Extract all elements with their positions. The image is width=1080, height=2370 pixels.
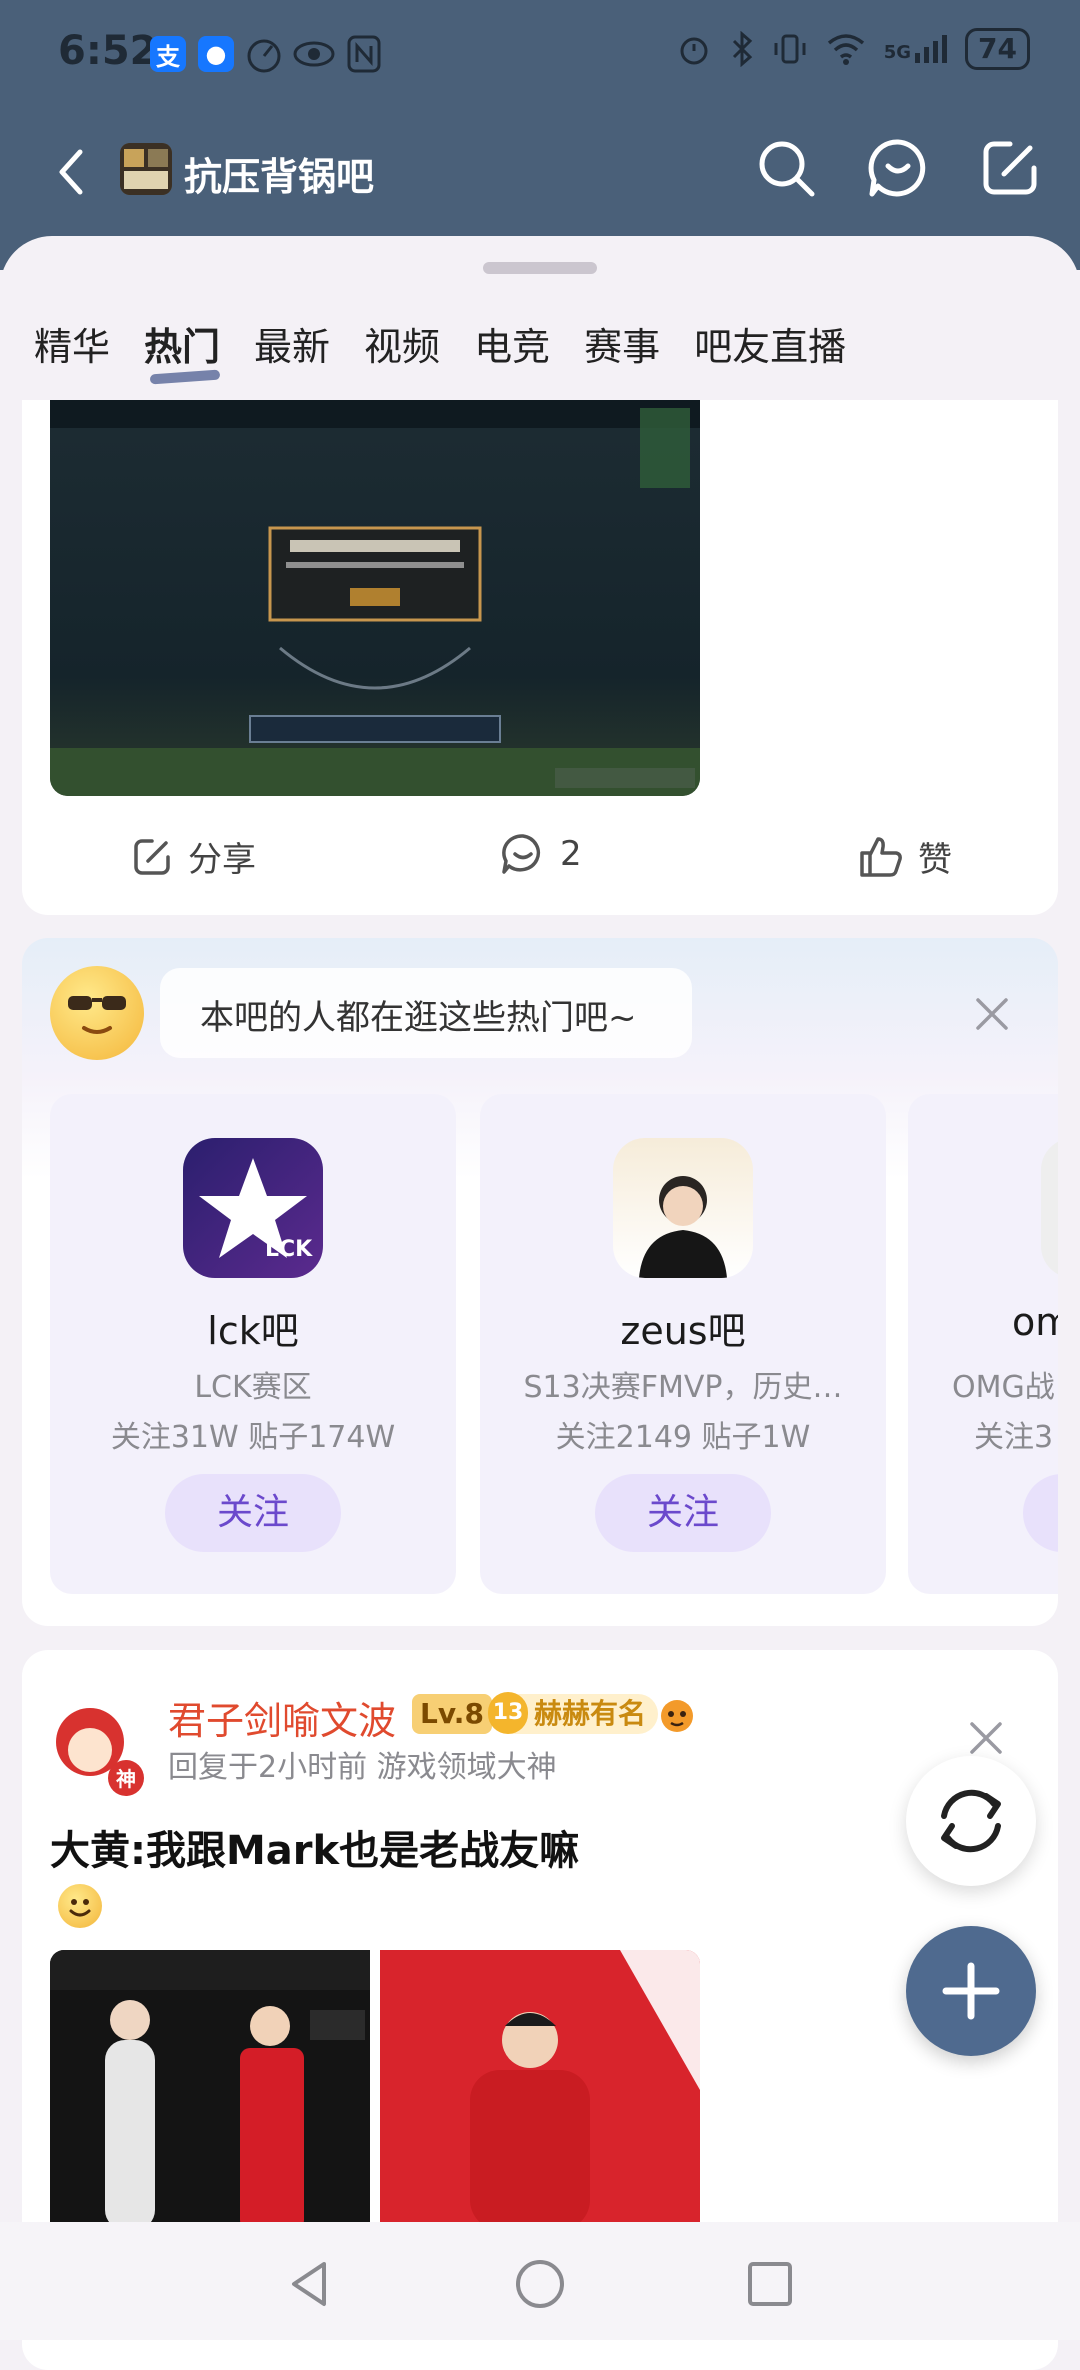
- follow-button[interactable]: 关注: [595, 1474, 771, 1552]
- tab-live[interactable]: 吧友直播: [660, 300, 846, 400]
- message-icon: [868, 139, 926, 197]
- post-close-button[interactable]: [966, 1718, 1006, 1758]
- status-right: 5G 74: [676, 28, 1030, 70]
- share-label: 分享: [188, 840, 256, 880]
- forum-logo-lck: LCK: [183, 1138, 323, 1278]
- sheet-handle[interactable]: [483, 262, 597, 274]
- forum-name: om: [1012, 1300, 1058, 1344]
- status-bar: 6:52 支 ● 5G 74: [0, 0, 1080, 106]
- refresh-button[interactable]: [906, 1756, 1036, 1886]
- forum-stats: 关注3: [974, 1420, 1054, 1455]
- forum-header: 抗压背锅吧: [0, 118, 1080, 228]
- bluetooth-icon: [732, 31, 752, 67]
- mascot-icon: [656, 1694, 698, 1740]
- refresh-icon: [941, 1789, 1001, 1853]
- triangle-back-icon: [292, 2262, 326, 2306]
- honor-level: 13: [488, 1692, 528, 1734]
- system-navigation-bar: [0, 2222, 1080, 2340]
- follow-button[interactable]: 关注: [1023, 1474, 1058, 1552]
- add-post-button[interactable]: [906, 1926, 1036, 2056]
- edit-button[interactable]: [976, 134, 1044, 202]
- forum-logo-zeus: [613, 1138, 753, 1278]
- clock: 6:52: [58, 28, 158, 74]
- signal-icon: 5G: [883, 35, 948, 63]
- share-button[interactable]: 分享: [130, 832, 256, 881]
- post-title[interactable]: 大黄:我跟Mark也是老战友嘛: [50, 1818, 579, 1876]
- back-icon: [59, 149, 83, 195]
- forum-name: lck吧: [207, 1309, 299, 1353]
- svg-text:LCK: LCK: [265, 1237, 313, 1262]
- forum-desc: S13决赛FMVP，历史…: [523, 1370, 843, 1405]
- recommend-prompt: 本吧的人都在逛这些热门吧~: [200, 998, 637, 1038]
- vibrate-icon: [774, 34, 806, 64]
- alipay-icon: 支: [150, 36, 186, 72]
- nav-home-button[interactable]: [510, 2254, 570, 2314]
- forum-card-lck[interactable]: LCK lck吧 LCK赛区 关注31W 贴子174W 关注: [50, 1094, 456, 1594]
- tab-remen[interactable]: 热门: [110, 300, 220, 400]
- comment-count: 2: [560, 834, 582, 874]
- share-icon: [134, 838, 170, 875]
- edit-icon: [983, 141, 1037, 195]
- circle-home-icon: [516, 2260, 564, 2308]
- forum-name: zeus吧: [620, 1309, 746, 1353]
- post-image-1[interactable]: [50, 1950, 370, 2230]
- network-type: 5G: [883, 42, 912, 63]
- svg-text:神: 神: [116, 1767, 136, 1791]
- nav-back-button[interactable]: [280, 2254, 340, 2314]
- recommend-close-button[interactable]: [972, 994, 1012, 1034]
- post-meta: 回复于2小时前 游戏领域大神: [168, 1750, 557, 1785]
- tab-shipin[interactable]: 视频: [330, 300, 440, 400]
- message-button[interactable]: [864, 134, 932, 202]
- wifi-icon: [827, 34, 864, 65]
- comment-button[interactable]: 2: [500, 832, 582, 876]
- tab-jinghua[interactable]: 精华: [0, 300, 110, 400]
- forum-stats: 关注31W 贴子174W: [110, 1420, 396, 1455]
- alarm-icon: [680, 37, 708, 65]
- app-icon: ●: [198, 36, 234, 72]
- forum-card-zeus[interactable]: zeus吧 S13决赛FMVP，历史… 关注2149 贴子1W 关注: [480, 1094, 886, 1594]
- tab-dianjing[interactable]: 电竞: [440, 300, 550, 400]
- thumbs-up-icon: [860, 836, 902, 877]
- back-button[interactable]: [44, 140, 104, 204]
- comment-icon: [502, 834, 541, 874]
- close-icon: [970, 1722, 1002, 1754]
- search-icon: [759, 141, 815, 197]
- smile-emoji: [58, 1884, 102, 1928]
- cool-face-emoji: [50, 966, 144, 1060]
- square-recents-icon: [748, 2262, 792, 2306]
- feed-tabs: 精华 热门 最新 视频 电竞 赛事 吧友直播: [0, 300, 1080, 400]
- user-avatar[interactable]: 神: [40, 1692, 152, 1804]
- nfc-icon: [346, 34, 382, 78]
- forum-title: 抗压背锅吧: [184, 155, 375, 199]
- close-icon: [976, 998, 1008, 1030]
- search-button[interactable]: [752, 134, 820, 202]
- eye-icon: [292, 34, 336, 78]
- like-button[interactable]: 赞: [858, 832, 952, 881]
- post-image[interactable]: [50, 398, 700, 796]
- nav-recents-button[interactable]: [740, 2254, 800, 2314]
- forum-avatar[interactable]: [120, 143, 172, 195]
- forum-logo-omg: [1041, 1138, 1058, 1278]
- follow-button[interactable]: 关注: [165, 1474, 341, 1552]
- speed-icon: [244, 34, 284, 78]
- plus-icon: [942, 1962, 1000, 2020]
- level-badge: Lv.8: [412, 1694, 492, 1734]
- battery-indicator: 74: [965, 28, 1030, 70]
- tab-zuixin[interactable]: 最新: [220, 300, 330, 400]
- forum-desc: LCK赛区: [194, 1370, 312, 1405]
- forum-stats: 关注2149 贴子1W: [555, 1420, 811, 1455]
- forum-card-omg[interactable]: om OMG战 关注3 关注: [908, 1094, 1058, 1594]
- post-image-2[interactable]: [380, 1950, 700, 2230]
- forum-desc: OMG战: [952, 1370, 1055, 1405]
- tab-saishi[interactable]: 赛事: [550, 300, 660, 400]
- like-label: 赞: [918, 840, 952, 880]
- username[interactable]: 君子剑喻文波: [168, 1690, 396, 1745]
